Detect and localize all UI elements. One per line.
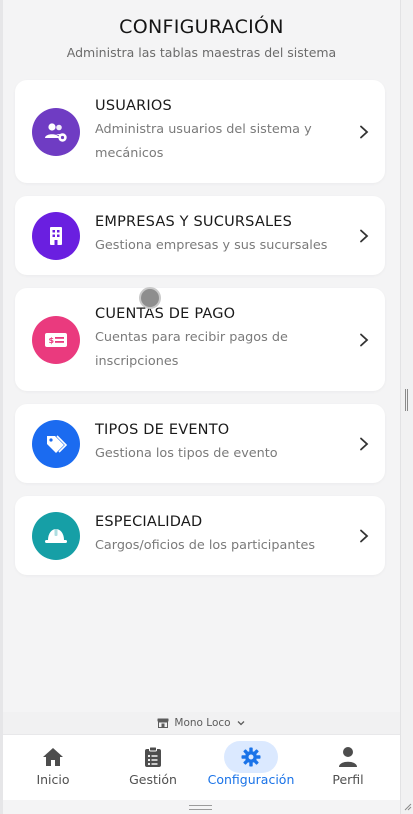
card-description: Cuentas para recibir pagos de inscripcio… [95,330,288,369]
card-description: Cargos/oficios de los participantes [95,538,315,553]
clipboard-list-icon [126,741,180,773]
resize-handle[interactable] [405,389,408,411]
building-icon [32,212,80,260]
page-title: CONFIGURACIÓN [119,16,284,38]
home-icon [26,741,80,773]
card-title: ESPECIALIDAD [95,514,203,530]
page-subtitle: Administra las tablas maestras del siste… [66,45,337,60]
config-card-especialidad[interactable]: ESPECIALIDAD Cargos/oficios de los parti… [15,496,385,575]
chevron-right-icon [360,529,369,543]
window-left-border [0,0,3,814]
chevron-right-icon [360,333,369,347]
store-icon [157,718,169,728]
home-indicator[interactable] [189,805,212,810]
card-description: Gestiona empresas y sus sucursales [95,238,328,253]
chevron-right-icon [360,229,369,243]
card-title: TIPOS DE EVENTO [95,422,230,438]
tab-label: Inicio [36,772,70,787]
window-right-border [400,0,413,814]
config-card-tipos-evento[interactable]: TIPOS DE EVENTO Gestiona los tipos de ev… [15,404,385,483]
card-title: EMPRESAS Y SUCURSALES [95,214,292,230]
card-description: Gestiona los tipos de evento [95,446,278,461]
config-card-empresas[interactable]: EMPRESAS Y SUCURSALES Gestiona empresas … [15,196,385,275]
tab-configuracion[interactable]: Configuración [201,735,301,801]
tab-label: Configuración [207,772,295,787]
tab-gestion[interactable]: Gestión [103,735,203,801]
chevron-down-icon [237,721,245,726]
tab-label: Gestión [129,772,177,787]
card-description: Administra usuarios del sistema y mecáni… [95,122,312,161]
card-title: USUARIOS [95,98,172,114]
tags-icon [32,420,80,468]
config-card-cuentas-pago[interactable]: $ CUENTAS DE PAGO Cuentas para recibir p… [15,288,385,391]
tenant-selector[interactable]: Mono Loco [3,712,400,734]
money-card-icon: $ [32,316,80,364]
corner-resize-icon[interactable] [402,801,412,811]
page-header: CONFIGURACIÓN Administra las tablas maes… [3,0,400,60]
tenant-name: Mono Loco [174,717,231,729]
chevron-right-icon [360,437,369,451]
user-icon [321,741,375,773]
users-gear-icon [32,108,80,156]
gear-icon [224,741,278,773]
tab-inicio[interactable]: Inicio [3,735,103,801]
svg-text:$: $ [49,336,55,345]
touch-indicator [139,287,161,309]
card-title: CUENTAS DE PAGO [95,306,236,322]
config-card-usuarios[interactable]: USUARIOS Administra usuarios del sistema… [15,80,385,183]
chevron-right-icon [360,125,369,139]
bottom-tab-bar: Inicio Gestión Configuración Perfil [3,734,400,800]
hard-hat-icon [32,512,80,560]
tab-perfil[interactable]: Perfil [298,735,398,801]
tab-label: Perfil [332,772,364,787]
